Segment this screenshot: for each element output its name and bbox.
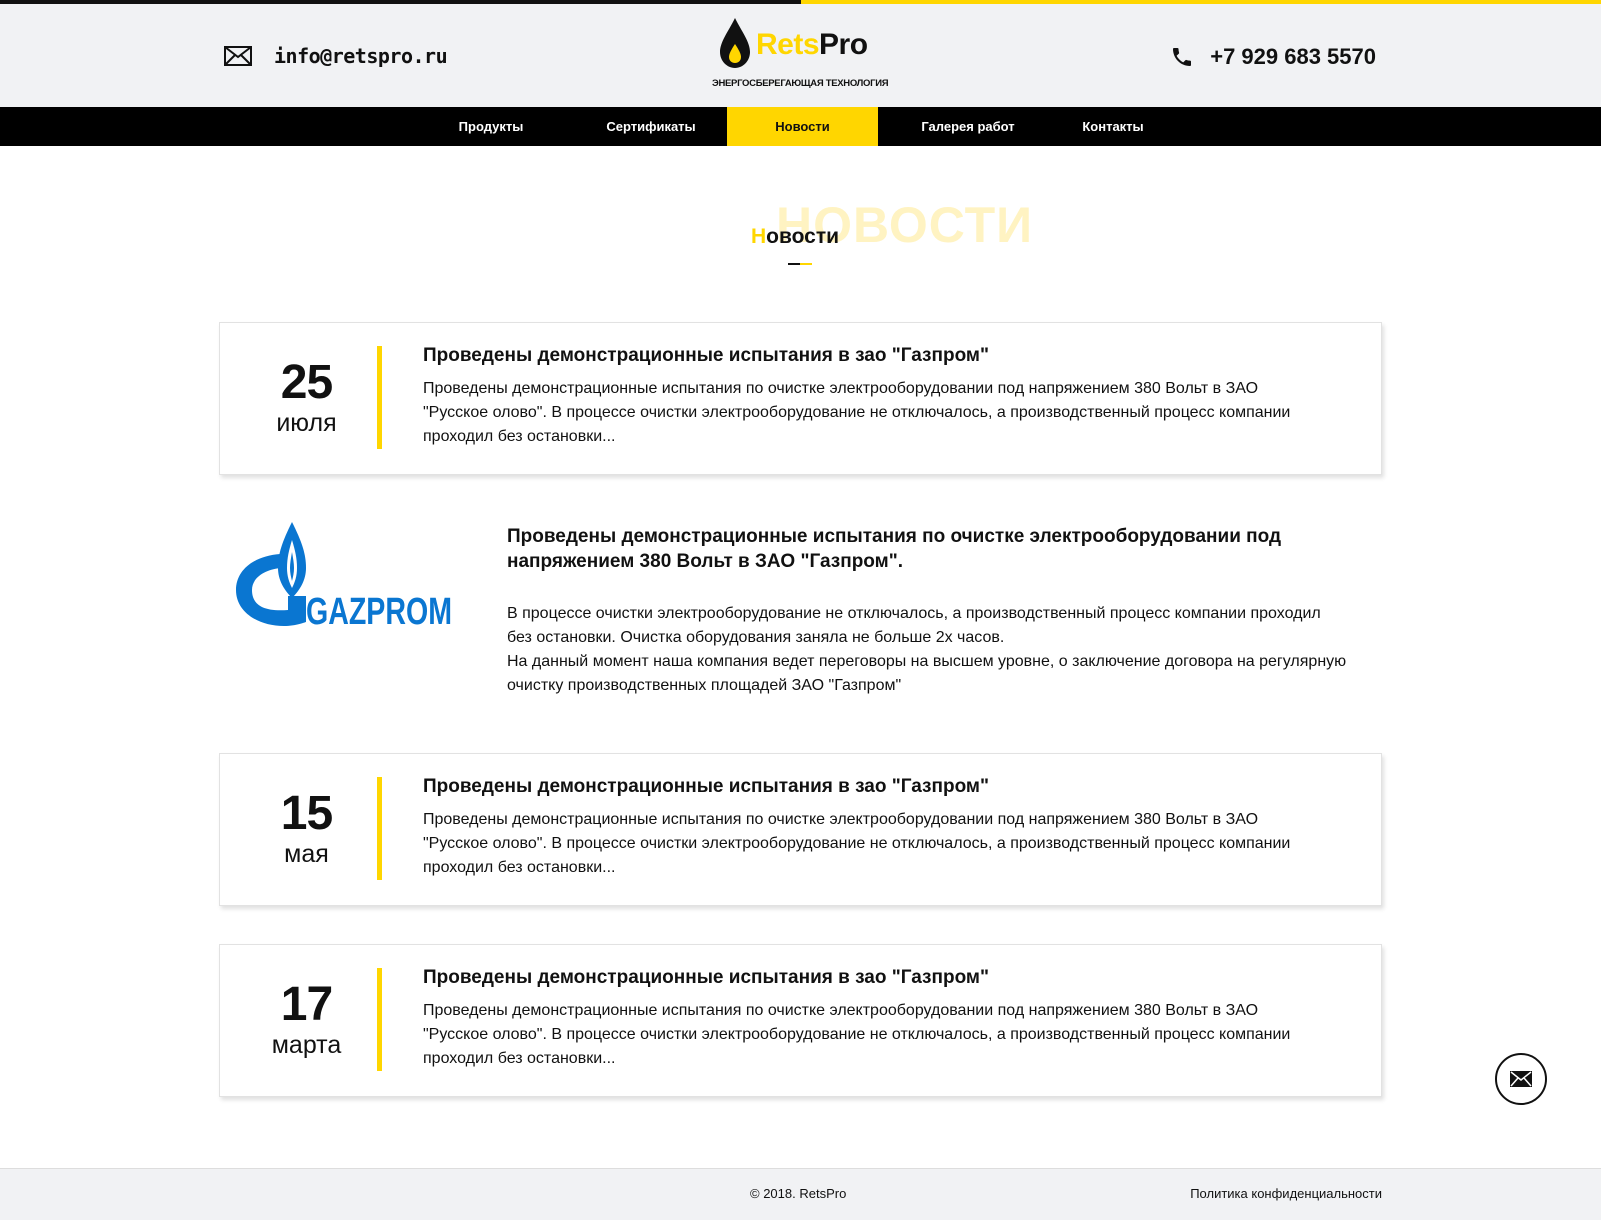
news-divider [377,968,382,1071]
logo-tagline: ЭНЕРГОСБЕРЕГАЮЩАЯ ТЕХНОЛОГИЯ [712,78,889,89]
featured-news-body: В процессе очистки электрооборудование н… [507,602,1347,698]
news-divider [377,346,382,449]
news-card[interactable]: 25 июля Проведены демонстрационные испыт… [219,322,1382,475]
nav-item-contacts[interactable]: Контакты [1043,107,1183,146]
privacy-policy-link[interactable]: Политика конфиденциальности [1190,1186,1382,1201]
logo-brand: RetsPro [756,28,868,62]
header-phone-link[interactable]: +7 929 683 5570 [1170,44,1376,70]
news-excerpt: Проведены демонстрационные испытания по … [423,1002,1291,1067]
news-excerpt: Проведены демонстрационные испытания по … [423,380,1291,445]
news-month: июля [276,409,337,437]
featured-news-title[interactable]: Проведены демонстрационные испытания по … [507,524,1327,574]
nav-item-certificates[interactable]: Сертификаты [571,107,731,146]
floating-mail-button[interactable] [1495,1053,1547,1105]
logo-brand-part1: Rets [756,28,820,61]
page-title: Новости [751,225,839,249]
site-footer: © 2018. RetsPro Политика конфиденциально… [0,1168,1601,1220]
news-title[interactable]: Проведены демонстрационные испытания в з… [423,967,989,989]
header-phone-text: +7 929 683 5570 [1210,44,1376,69]
drop-logo-icon [720,18,750,68]
envelope-icon [224,46,252,66]
phone-icon [1173,48,1192,66]
nav-item-products[interactable]: Продукты [421,107,561,146]
news-divider [377,777,382,880]
title-underline [788,263,812,265]
news-day: 25 [280,356,333,409]
header-email-link[interactable]: info@retspro.ru [224,44,448,68]
news-card[interactable]: 15 мая Проведены демонстрационные испыта… [219,753,1382,906]
logo-brand-part2: Pro [819,28,868,61]
news-title[interactable]: Проведены демонстрационные испытания в з… [423,345,989,367]
news-card[interactable]: 17 марта Проведены демонстрационные испы… [219,944,1382,1097]
news-month: марта [271,1031,342,1059]
nav-item-gallery[interactable]: Галерея работ [888,107,1048,146]
site-logo[interactable]: RetsPro ЭНЕРГОСБЕРЕГАЮЩАЯ ТЕХНОЛОГИЯ [712,18,892,90]
news-month: мая [284,840,329,868]
gazprom-logo-icon: GAZPROM [236,522,452,633]
header-email-text: info@retspro.ru [274,44,448,68]
gazprom-logo-text: GAZPROM [306,591,452,633]
main-nav: Продукты Сертификаты Новости Галерея раб… [0,107,1601,146]
news-day: 17 [280,978,333,1031]
featured-news-paragraph: На данный момент наша компания ведет пер… [507,653,1347,694]
footer-copyright: © 2018. RetsPro [750,1186,847,1201]
envelope-icon [1510,1071,1532,1087]
news-title[interactable]: Проведены демонстрационные испытания в з… [423,776,989,798]
nav-item-news[interactable]: Новости [727,107,878,146]
news-excerpt: Проведены демонстрационные испытания по … [423,811,1291,876]
site-header: info@retspro.ru RetsPro ЭНЕРГОСБЕРЕГАЮЩА… [0,4,1601,107]
featured-news-paragraph: В процессе очистки электрооборудование н… [507,605,1321,646]
page-title-first-letter: Н [751,225,767,248]
news-day: 15 [280,787,333,840]
page-title-rest: овости [766,225,840,248]
